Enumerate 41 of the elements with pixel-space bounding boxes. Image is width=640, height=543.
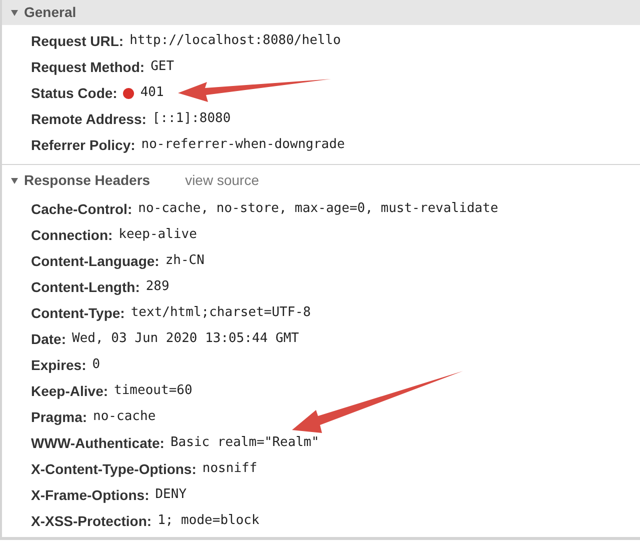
view-source-link[interactable]: view source <box>185 170 259 191</box>
header-value: 1; mode=block <box>158 512 260 530</box>
header-name: Referrer Policy: <box>31 136 136 155</box>
section-title[interactable]: Response Headers <box>24 170 150 191</box>
header-name: Request Method: <box>31 58 145 77</box>
header-name: Cache-Control: <box>31 200 132 218</box>
header-value: zh-CN <box>165 252 204 270</box>
header-value: 0 <box>92 356 100 374</box>
header-value: http://localhost:8080/hello <box>130 32 341 50</box>
header-name: Request URL: <box>31 32 124 51</box>
header-name: Status Code: <box>31 84 118 102</box>
header-name: X-Frame-Options: <box>31 486 150 505</box>
header-value: no-cache <box>93 408 156 426</box>
header-name: X-XSS-Protection: <box>31 512 152 530</box>
header-value: no-referrer-when-downgrade <box>141 136 345 154</box>
header-name: Connection: <box>31 226 113 244</box>
header-name: Date: <box>31 330 66 348</box>
header-name: Content-Type: <box>31 304 125 323</box>
disclosure-triangle-icon[interactable] <box>10 8 19 17</box>
header-value: GET <box>150 58 174 76</box>
header-value: Wed, 03 Jun 2020 13:05:44 GMT <box>72 330 299 348</box>
header-value: text/html;charset=UTF-8 <box>130 304 311 322</box>
disclosure-triangle-icon[interactable] <box>10 176 19 185</box>
header-name: Content-Length: <box>31 278 140 297</box>
header-value: nosniff <box>202 460 258 478</box>
header-name: Content-Language: <box>31 252 160 271</box>
header-name: X-Content-Type-Options: <box>31 460 196 479</box>
header-value: Basic realm="Realm" <box>170 434 320 452</box>
header-name: WWW-Authenticate: <box>31 434 164 452</box>
header-value: keep-alive <box>118 226 197 244</box>
header-value: no-cache, no-store, max-age=0, must-revalidate <box>138 200 498 218</box>
header-value: DENY <box>155 486 187 504</box>
header-value: 401 <box>140 84 164 102</box>
header-name: Remote Address: <box>31 110 146 128</box>
header-name: Expires: <box>31 356 86 375</box>
header-name: Keep-Alive: <box>31 382 108 401</box>
section-title[interactable]: General <box>24 2 76 23</box>
header-value: [::1]:8080 <box>152 110 231 128</box>
header-value: timeout=60 <box>114 382 192 400</box>
header-value: 289 <box>146 278 170 296</box>
header-name: Pragma: <box>31 408 88 427</box>
